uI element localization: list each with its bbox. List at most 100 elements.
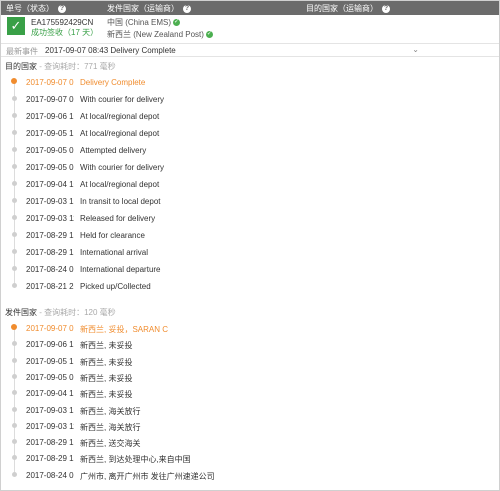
event-time: 2017-09-07 08:43 — [26, 324, 74, 333]
destination-column-label: 目的国家（运输商） — [306, 4, 378, 13]
event-time: 2017-09-05 08:30 — [26, 372, 74, 382]
help-icon[interactable]: ? — [58, 4, 66, 13]
event-time: 2017-08-24 02:30 — [26, 470, 74, 480]
event-description: 新西兰, 未妥投 — [80, 341, 133, 351]
event-time: 2017-09-05 16:30 — [26, 356, 74, 366]
delivery-status: 成功签收（17 天） — [31, 28, 99, 37]
event-time: 2017-09-03 11:20 — [26, 214, 74, 223]
timeline-dot-icon — [12, 96, 17, 101]
timeline-event: 2017-09-03 11:20 新西兰, 海关放行 — [0, 419, 500, 435]
timeline-dot-icon — [12, 422, 17, 428]
event-description: In transit to local depot — [80, 197, 161, 206]
timeline-dot-icon — [12, 455, 17, 461]
help-icon[interactable]: ? — [382, 4, 390, 13]
event-description: 新西兰, 未妥投 — [80, 357, 133, 367]
event-description: With courier for delivery — [80, 95, 165, 104]
timeline-dot-icon — [12, 439, 17, 445]
help-icon[interactable]: ? — [183, 4, 191, 13]
event-description: 新西兰, 到达处理中心,来自中国 — [80, 455, 191, 465]
origin-column-header: 发件国家（运输商）? — [107, 3, 191, 14]
timeline-event: 2017-08-24 02:30 International departure — [0, 262, 500, 278]
verified-icon: ✓ — [205, 31, 213, 39]
timeline-dot-icon — [12, 181, 17, 186]
latest-event-label: 最新事件 — [6, 47, 38, 56]
timeline-dot-icon — [12, 406, 17, 412]
timeline-dot-icon — [12, 373, 17, 379]
results-header: 单号（状态）? 发件国家（运输商）? 目的国家（运输商）? — [1, 1, 499, 15]
origin-carrier: 中国 (China EMS) ✓ — [107, 18, 181, 28]
event-description: Attempted delivery — [80, 146, 147, 155]
timeline-event: 2017-09-07 08:43 Delivery Complete — [0, 75, 500, 91]
timeline-event: 2017-08-21 20:15 Picked up/Collected — [0, 279, 500, 295]
event-description: 新西兰, 送交海关 — [80, 439, 141, 449]
origin-carrier-name: 中国 (China EMS) — [107, 18, 172, 27]
timeline-dot-icon — [11, 324, 17, 330]
timeline-event: 2017-08-29 13:10 Held for clearance — [0, 228, 500, 244]
event-time: 2017-09-06 10:20 — [26, 112, 74, 121]
event-time: 2017-09-05 16:30 — [26, 129, 74, 138]
timeline-event: 2017-09-04 15:20 新西兰, 未妥投 — [0, 386, 500, 402]
destination-column-header: 目的国家（运输商）? — [306, 3, 390, 14]
timeline-event: 2017-09-05 16:30 At local/regional depot — [0, 126, 500, 142]
timeline-event: 2017-09-03 13:40 新西兰, 海关放行 — [0, 403, 500, 419]
event-time: 2017-08-29 13:10 — [26, 438, 74, 448]
timeline-event: 2017-09-05 08:30 新西兰, 未妥投 — [0, 370, 500, 386]
event-time: 2017-09-06 15:10 — [26, 340, 74, 350]
timeline-dot-icon — [12, 215, 17, 220]
event-description: At local/regional depot — [80, 180, 160, 189]
event-description: Delivery Complete — [80, 78, 146, 87]
timeline-dot-icon — [12, 357, 17, 363]
timeline-dot-icon — [12, 198, 17, 203]
latest-event-bar[interactable]: 最新事件 2017-09-07 08:43 Delivery Complete … — [1, 43, 499, 57]
destination-carrier-name: 新西兰 (New Zealand Post) — [107, 30, 204, 39]
event-time: 2017-09-04 10:15 — [26, 180, 74, 189]
event-time: 2017-08-29 13:10 — [26, 231, 74, 240]
timeline-event: 2017-09-03 11:20 Released for delivery — [0, 211, 500, 227]
tracking-number[interactable]: EA175592429CN — [31, 18, 93, 28]
query-time: - 查询耗时：120 毫秒 — [37, 308, 116, 317]
event-time: 2017-09-03 11:20 — [26, 421, 74, 431]
event-description: Released for delivery — [80, 214, 156, 223]
event-description: 新西兰, 未妥投 — [80, 373, 133, 383]
event-description: At local/regional depot — [80, 129, 160, 138]
event-time: 2017-09-07 08:43 — [26, 78, 74, 87]
origin-section-title: 发件国家 - 查询耗时：120 毫秒 — [5, 307, 116, 318]
verified-icon: ✓ — [173, 19, 181, 27]
event-time: 2017-09-04 15:20 — [26, 389, 74, 399]
timeline-dot-icon — [12, 471, 17, 477]
event-description: 新西兰, 海关放行 — [80, 422, 141, 432]
event-time: 2017-08-24 02:30 — [26, 265, 74, 274]
origin-section-label: 发件国家 — [5, 308, 37, 317]
tracking-summary[interactable]: ✓ EA175592429CN 成功签收（17 天） 中国 (China EMS… — [1, 15, 499, 43]
latest-event-value: 2017-09-07 08:43 Delivery Complete — [45, 46, 176, 55]
event-time: 2017-08-29 13:05 — [26, 454, 74, 464]
timeline-event: 2017-08-29 13:10 新西兰, 送交海关 — [0, 435, 500, 451]
timeline-dot-icon — [12, 390, 17, 396]
timeline-dot-icon — [12, 232, 17, 237]
timeline-dot-icon — [12, 113, 17, 118]
event-time: 2017-09-03 13:40 — [26, 197, 74, 206]
event-time: 2017-09-07 06:45 — [26, 95, 74, 104]
timeline-dot-icon — [12, 249, 17, 254]
event-time: 2017-09-05 08:30 — [26, 146, 74, 155]
timeline-dot-icon — [12, 283, 17, 288]
event-description: At local/regional depot — [80, 112, 160, 121]
destination-carrier: 新西兰 (New Zealand Post) ✓ — [107, 30, 213, 40]
timeline-event: 2017-09-03 13:40 In transit to local depo… — [0, 194, 500, 210]
check-icon: ✓ — [7, 17, 25, 35]
timeline-dot-icon — [12, 266, 17, 271]
event-time: 2017-08-21 20:15 — [26, 282, 74, 291]
event-description: International arrival — [80, 248, 149, 257]
timeline-event: 2017-09-06 10:20 At local/regional depot — [0, 109, 500, 125]
destination-section-title: 目的国家 - 查询耗时：771 毫秒 — [5, 61, 116, 72]
event-description: With courier for delivery — [80, 163, 165, 172]
timeline-dot-icon — [12, 164, 17, 169]
timeline-event: 2017-09-06 15:10 新西兰, 未妥投 — [0, 337, 500, 353]
timeline-event: 2017-09-04 10:15 At local/regional depot — [0, 177, 500, 193]
chevron-down-icon[interactable]: ⌄ — [412, 45, 419, 54]
destination-section-label: 目的国家 — [5, 62, 37, 71]
query-time: - 查询耗时：771 毫秒 — [37, 62, 116, 71]
timeline-dot-icon — [12, 341, 17, 347]
timeline-dot-icon — [11, 78, 17, 84]
timeline-event: 2017-09-05 16:30 新西兰, 未妥投 — [0, 354, 500, 370]
